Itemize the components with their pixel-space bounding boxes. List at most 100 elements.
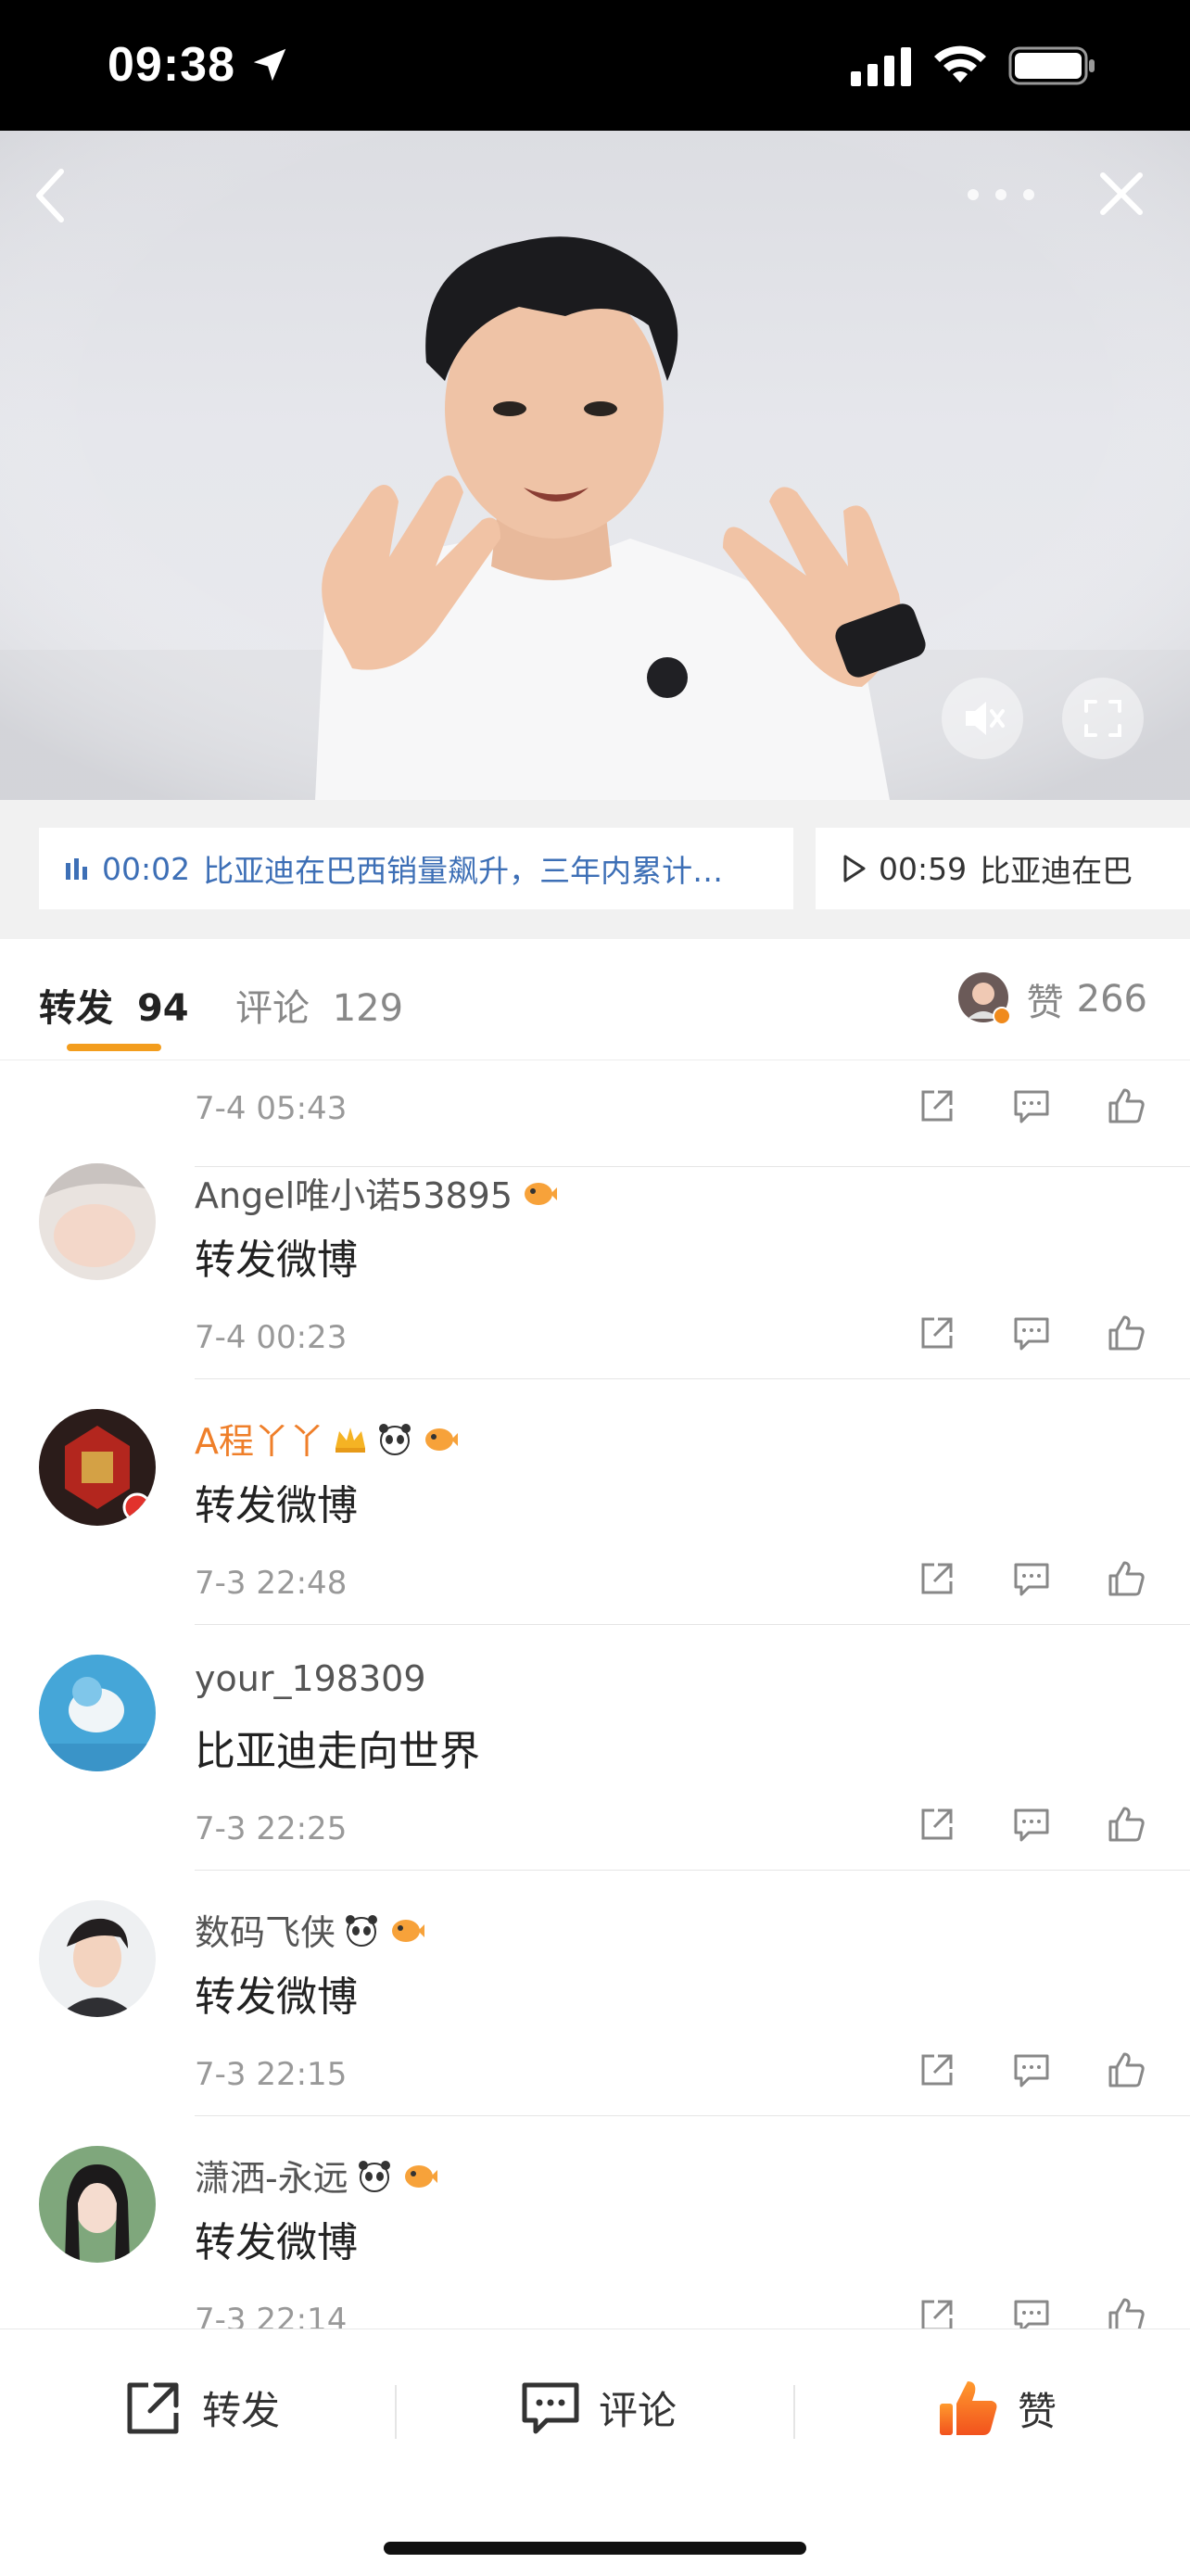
mute-icon[interactable]: [942, 678, 1023, 759]
home-indicator[interactable]: [384, 2542, 806, 2555]
like-button[interactable]: 赞: [936, 2376, 1057, 2441]
comment-icon[interactable]: [1010, 1803, 1053, 1846]
status-time: 09:38: [108, 38, 235, 92]
divider: [395, 2385, 397, 2439]
bottom-action-bar: 转发 评论 赞: [0, 2329, 1190, 2576]
back-icon[interactable]: [28, 162, 70, 229]
avatar[interactable]: [39, 1163, 156, 1280]
fish-emoji-icon: [525, 1182, 558, 1205]
wifi-icon: [934, 45, 986, 82]
username[interactable]: your_198309: [195, 1658, 426, 1699]
repost-time: 7-3 22:48: [195, 1565, 348, 1602]
share-icon[interactable]: [916, 2049, 958, 2091]
comment-icon[interactable]: [1010, 1557, 1053, 1600]
row-actions: [916, 1557, 1147, 1600]
comment-icon[interactable]: [1010, 1085, 1053, 1127]
repost-text: 转发微博: [195, 1237, 358, 1284]
more-icon[interactable]: [964, 181, 1038, 209]
close-icon[interactable]: [1095, 168, 1147, 220]
tab-bar: 转发 94 评论 129 赞 266: [0, 939, 1190, 1060]
username[interactable]: 数码飞侠: [195, 1904, 425, 1955]
username-text: A程丫丫: [195, 1421, 324, 1462]
liker-avatar: [957, 972, 1011, 1025]
repost-time: 7-4 00:23: [195, 1319, 348, 1356]
username-text: 潇洒-永远: [195, 2158, 348, 2199]
username-text: Angel唯小诺53895: [195, 1175, 513, 1216]
repost-time: 7-3 22:14: [195, 2302, 348, 2329]
fullscreen-icon[interactable]: [1062, 678, 1144, 759]
avatar[interactable]: [39, 2146, 156, 2263]
like-icon[interactable]: [1105, 1312, 1147, 1354]
chapter-strip: 00:02 比亚迪在巴西销量飙升，三年内累计… 00:59 比亚迪在巴: [0, 800, 1190, 939]
repost-list: 7-4 05:43 Angel唯小诺53895 转发微博 7-4 00:23 A…: [0, 1060, 1190, 2329]
like-icon[interactable]: [1105, 1803, 1147, 1846]
comment-icon[interactable]: [1010, 1312, 1053, 1354]
row-actions: [916, 2294, 1147, 2329]
fish-emoji-icon: [392, 1919, 425, 1942]
battery-icon: [1008, 46, 1095, 85]
tab-repost-label: 转发: [39, 987, 113, 1030]
comment-button[interactable]: 评论: [519, 2376, 677, 2439]
list-item: your_198309 比亚迪走向世界 7-3 22:25: [0, 1625, 1190, 1871]
row-actions: [916, 1312, 1147, 1354]
chapter-time: 00:59: [879, 850, 968, 887]
chapter-time: 00:02: [102, 850, 191, 887]
comment-icon[interactable]: [1010, 2049, 1053, 2091]
like-icon[interactable]: [1105, 2049, 1147, 2091]
repost-time: 7-3 22:25: [195, 1810, 348, 1847]
share-icon[interactable]: [916, 2294, 958, 2329]
panda-emoji-icon: [346, 1914, 378, 1947]
status-bar: 09:38: [0, 0, 1190, 131]
repost-text: 比亚迪走向世界: [195, 1728, 480, 1775]
share-icon[interactable]: [916, 1557, 958, 1600]
repost-time: 7-3 22:15: [195, 2056, 348, 2093]
list-item: 数码飞侠 转发微博 7-3 22:15: [0, 1871, 1190, 2116]
list-item: 潇洒-永远 转发微博 7-3 22:14: [0, 2116, 1190, 2329]
username[interactable]: 潇洒-永远: [195, 2150, 437, 2201]
username[interactable]: Angel唯小诺53895: [195, 1167, 558, 1218]
tab-repost-count: 94: [136, 987, 189, 1030]
share-icon: [127, 2382, 179, 2434]
avatar[interactable]: [39, 1409, 156, 1526]
chapter-title: 比亚迪在巴西销量飙升，三年内累计…: [203, 853, 724, 889]
list-item: A程丫丫 转发微博 7-3 22:48: [0, 1379, 1190, 1625]
video-player[interactable]: [0, 131, 1190, 800]
row-actions: [916, 1803, 1147, 1846]
playing-bars-icon: [66, 858, 87, 880]
comment-icon[interactable]: [1010, 2294, 1053, 2329]
chapter-title: 比亚迪在巴: [980, 853, 1133, 889]
avatar[interactable]: [39, 1655, 156, 1771]
chapter-item-active[interactable]: 00:02 比亚迪在巴西销量飙升，三年内累计…: [39, 828, 793, 909]
username-text: 数码飞侠: [195, 1912, 336, 1953]
panda-emoji-icon: [358, 2160, 390, 2192]
tab-active-indicator: [67, 1044, 161, 1051]
repost-button-label: 转发: [202, 2387, 281, 2433]
share-icon[interactable]: [916, 1312, 958, 1354]
tab-likes[interactable]: 赞 266: [957, 972, 1147, 1026]
tab-likes-label: 赞: [1026, 982, 1064, 1024]
divider: [793, 2385, 795, 2439]
crown-emoji-icon: [335, 1427, 365, 1453]
status-icons: [851, 44, 1097, 87]
tab-repost[interactable]: 转发 94: [39, 978, 189, 1032]
tab-comment[interactable]: 评论 129: [235, 978, 403, 1032]
username[interactable]: A程丫丫: [195, 1413, 458, 1464]
chapter-item[interactable]: 00:59 比亚迪在巴: [816, 828, 1190, 909]
tab-likes-count: 266: [1076, 978, 1147, 1021]
fish-emoji-icon: [425, 1428, 458, 1451]
status-time-group: 09:38: [108, 37, 291, 93]
share-icon[interactable]: [916, 1085, 958, 1127]
like-icon[interactable]: [1105, 2294, 1147, 2329]
like-filled-icon: [940, 2381, 997, 2435]
fish-emoji-icon: [404, 2164, 437, 2188]
share-icon[interactable]: [916, 1803, 958, 1846]
play-icon: [843, 855, 866, 882]
tab-comment-count: 129: [332, 987, 404, 1030]
cellular-signal-icon: [851, 47, 911, 86]
like-icon[interactable]: [1105, 1557, 1147, 1600]
repost-button[interactable]: 转发: [122, 2376, 280, 2439]
panda-emoji-icon: [379, 1423, 411, 1455]
repost-text: 转发微博: [195, 1482, 358, 1529]
like-icon[interactable]: [1105, 1085, 1147, 1127]
avatar[interactable]: [39, 1900, 156, 2017]
